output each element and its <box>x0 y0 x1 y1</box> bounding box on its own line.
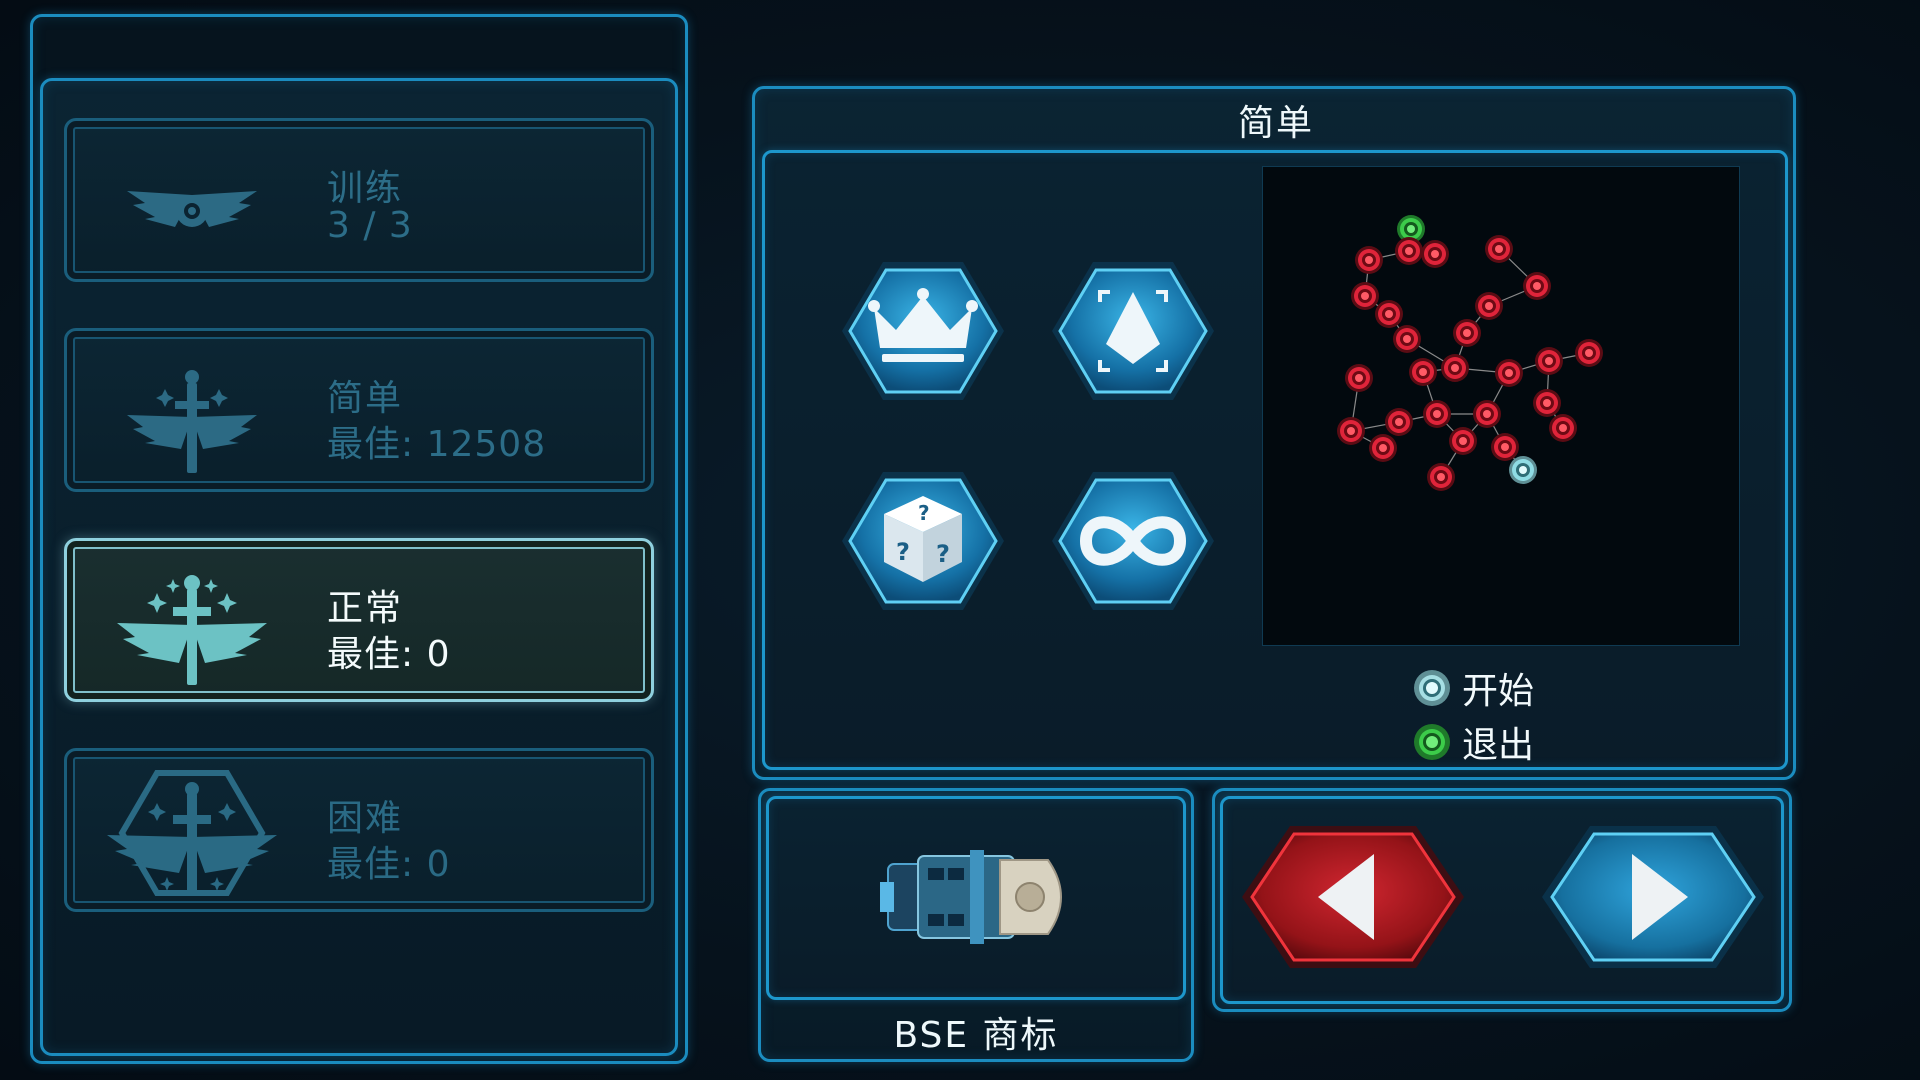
sector-map-graph <box>1337 215 1603 491</box>
sector-beacon <box>1535 347 1563 375</box>
svg-text:?: ? <box>936 540 950 568</box>
mode-title: 正常 <box>327 588 404 629</box>
mystery-dice-icon[interactable]: ? ? ? <box>838 466 1008 616</box>
hex-sword-wings-icon <box>107 770 277 896</box>
sector-beacon <box>1495 359 1523 387</box>
legend-exit-label: 退出 <box>1462 725 1535 766</box>
sector-beacon <box>1375 300 1403 328</box>
sector-map <box>1262 166 1740 646</box>
sector-beacon <box>1533 389 1561 417</box>
sector-beacon <box>1337 417 1365 445</box>
sector-beacon <box>1345 364 1373 392</box>
mode-card-training[interactable]: 训练 3 / 3 <box>64 118 654 282</box>
sector-beacon <box>1449 427 1477 455</box>
legend-start: 开始 <box>1412 662 1534 714</box>
mode-title: 困难 <box>327 798 404 839</box>
sector-beacon <box>1393 325 1421 353</box>
start-beacon <box>1509 456 1537 484</box>
sector-beacon <box>1427 463 1455 491</box>
next-arrow-icon[interactable] <box>1538 822 1768 972</box>
sector-beacon <box>1355 246 1383 274</box>
sector-beacon <box>1523 272 1551 300</box>
mode-title: 训练 <box>327 168 404 209</box>
sector-beacon <box>1453 319 1481 347</box>
sector-beacon <box>1575 339 1603 367</box>
wings-badge-icon <box>127 191 257 227</box>
mode-best-score: 最佳: 12508 <box>327 424 547 465</box>
svg-text:?: ? <box>896 538 910 566</box>
sector-beacon <box>1423 400 1451 428</box>
svg-text:?: ? <box>918 501 930 525</box>
spaceship-icon <box>880 850 1062 944</box>
mode-progress: 3 / 3 <box>327 205 413 246</box>
crown-icon[interactable] <box>838 256 1008 406</box>
ship-name: BSE 商标 <box>893 1015 1059 1056</box>
sector-beacon <box>1395 237 1423 265</box>
sector-beacon <box>1385 408 1413 436</box>
sector-beacon <box>1491 433 1519 461</box>
detail-title: 简单 <box>1237 103 1314 144</box>
diamond-target-icon[interactable] <box>1048 256 1218 406</box>
sector-beacon <box>1549 414 1577 442</box>
sword-wings-stars-icon <box>117 575 267 685</box>
sector-beacon <box>1409 358 1437 386</box>
sector-beacon <box>1421 240 1449 268</box>
sector-beacon <box>1369 434 1397 462</box>
legend-exit: 退出 <box>1412 716 1534 768</box>
mode-card-easy[interactable]: 简单 最佳: 12508 <box>64 328 654 492</box>
mode-best-score: 最佳: 0 <box>327 844 451 885</box>
infinity-icon[interactable] <box>1048 466 1218 616</box>
sector-beacon <box>1485 235 1513 263</box>
mode-card-hard[interactable]: 困难 最佳: 0 <box>64 748 654 912</box>
exit-node-icon <box>1414 724 1450 760</box>
sector-beacon <box>1441 354 1469 382</box>
previous-arrow-icon[interactable] <box>1238 822 1468 972</box>
mode-title: 简单 <box>327 378 404 419</box>
start-node-icon <box>1414 670 1450 706</box>
sector-beacon <box>1351 282 1379 310</box>
legend-start-label: 开始 <box>1462 671 1535 712</box>
sword-wings-icon <box>127 370 257 473</box>
sector-beacon <box>1473 400 1501 428</box>
sector-beacon <box>1475 292 1503 320</box>
mode-card-normal[interactable]: 正常 最佳: 0 <box>64 538 654 702</box>
mode-best-score: 最佳: 0 <box>327 634 451 675</box>
